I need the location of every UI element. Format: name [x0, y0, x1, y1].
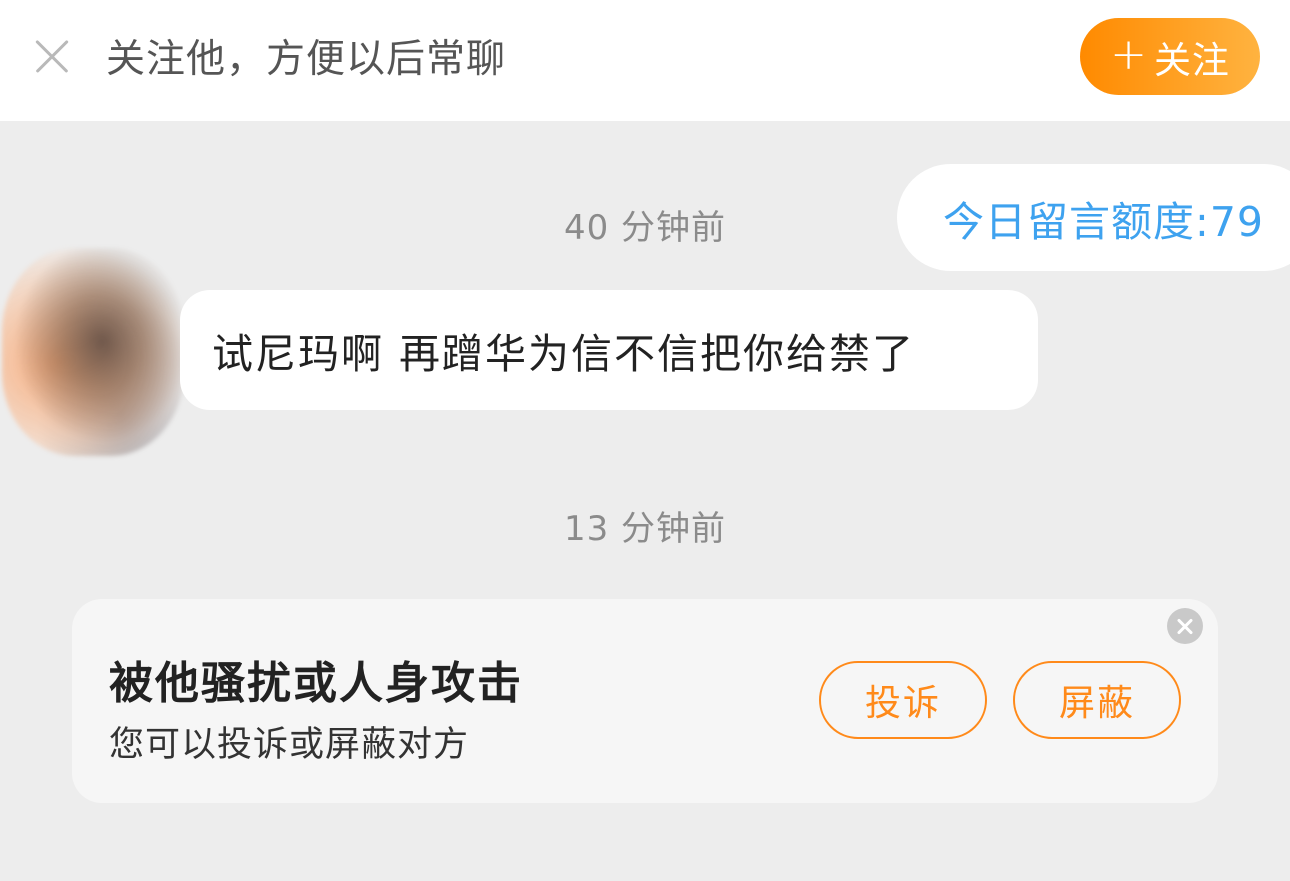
follow-prompt-text: 关注他，方便以后常聊: [106, 37, 507, 82]
follow-bar: 关注他，方便以后常聊 + 关注: [0, 0, 1290, 121]
message-timestamp: 13 分钟前: [563, 509, 727, 549]
follow-button-label: 关注: [1153, 38, 1230, 82]
incoming-message-bubble[interactable]: 试尼玛啊 再蹭华为信不信把你给禁了: [180, 290, 1038, 410]
card-title: 被他骚扰或人身攻击: [109, 658, 523, 709]
message-timestamp: 40 分钟前: [563, 208, 727, 248]
message-text: 试尼玛啊 再蹭华为信不信把你给禁了: [212, 330, 916, 378]
report-button[interactable]: 投诉: [819, 661, 987, 739]
avatar[interactable]: [2, 248, 184, 456]
close-icon[interactable]: [34, 38, 70, 74]
harassment-card: 被他骚扰或人身攻击 您可以投诉或屏蔽对方 投诉 屏蔽: [72, 599, 1218, 803]
block-button[interactable]: 屏蔽: [1013, 661, 1181, 739]
close-circle-icon[interactable]: [1167, 608, 1203, 644]
card-subtitle: 您可以投诉或屏蔽对方: [109, 725, 470, 765]
follow-button[interactable]: + 关注: [1080, 18, 1260, 95]
plus-icon: +: [1110, 29, 1148, 80]
